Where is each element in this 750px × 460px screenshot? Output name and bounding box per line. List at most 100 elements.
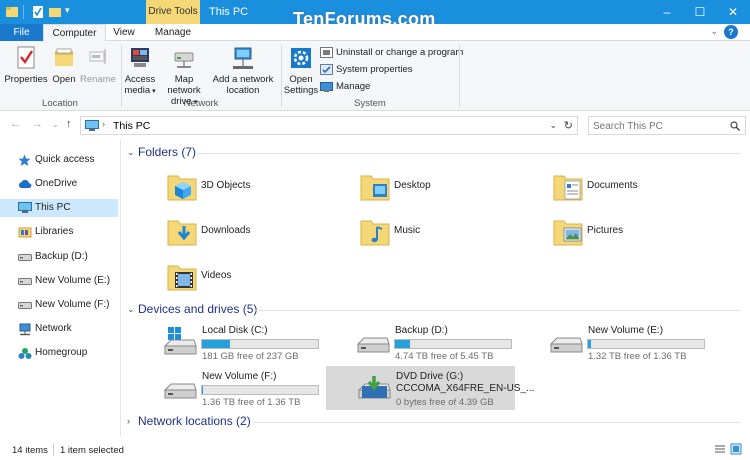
- drive-local-disk-c[interactable]: Local Disk (C:) 181 GB free of 237 GB: [160, 320, 350, 364]
- nav-item-quick-access[interactable]: Quick access: [0, 151, 118, 169]
- system-properties-button[interactable]: System properties: [320, 63, 430, 77]
- folders-section-label: Folders (7): [138, 145, 197, 159]
- drive-new-volume-f[interactable]: New Volume (F:) 1.36 TB free of 1.36 TB: [160, 366, 350, 410]
- drive-dvd-g[interactable]: DVD Drive (G:) CCCOMA_X64FRE_EN-US_... 0…: [326, 366, 534, 410]
- address-row: ← → ⌄ ↑ › This PC ⌄ ↻: [0, 111, 750, 139]
- section-divider-line: [197, 153, 741, 154]
- ribbon-tab-bar: File Computer View Manage ⌄ ?: [0, 24, 750, 42]
- open-settings-button[interactable]: Open Settings: [282, 45, 320, 96]
- star-icon: [18, 154, 31, 166]
- search-box[interactable]: [588, 116, 746, 135]
- help-icon[interactable]: ?: [724, 25, 738, 39]
- drive-new-volume-e[interactable]: New Volume (E:) 1.32 TB free of 1.36 TB: [546, 320, 736, 364]
- item-count: 14 items: [12, 445, 48, 456]
- chevron-down-icon[interactable]: ⌄: [127, 304, 135, 315]
- devices-section-header[interactable]: ⌄ Devices and drives (5): [121, 302, 747, 318]
- large-icons-view-icon[interactable]: [730, 443, 742, 455]
- breadcrumb-chevron-icon[interactable]: ›: [102, 119, 105, 129]
- nav-item-network[interactable]: Network: [0, 320, 118, 338]
- capacity-bar-fill: [202, 340, 230, 348]
- network-group-label: Network: [183, 98, 219, 109]
- network-icon: [19, 323, 31, 336]
- system-drive-icon: [163, 327, 197, 355]
- folder-3d-objects[interactable]: 3D Objects: [167, 170, 347, 210]
- manage-button[interactable]: Manage: [320, 80, 380, 94]
- search-icon[interactable]: [730, 121, 740, 131]
- capacity-bar-fill: [588, 340, 592, 348]
- new-folder-qat-icon[interactable]: [48, 5, 62, 19]
- access-media-button[interactable]: Access media ▾: [122, 45, 158, 97]
- properties-icon: [17, 46, 35, 69]
- open-button[interactable]: Open: [48, 45, 80, 85]
- up-arrow-icon[interactable]: ↑: [66, 118, 72, 130]
- minimize-button[interactable]: –: [652, 0, 682, 24]
- content-pane: ⌄ Folders (7) 3D Objects Desktop Documen…: [121, 139, 750, 437]
- system-group-label: System: [354, 98, 386, 109]
- drive-backup-d[interactable]: Backup (D:) 4.74 TB free of 5.45 TB: [353, 320, 543, 364]
- close-button[interactable]: ✕: [718, 0, 748, 24]
- nav-item-new-volume-f[interactable]: New Volume (F:): [0, 296, 118, 314]
- breadcrumb-path[interactable]: This PC: [113, 120, 150, 132]
- nav-item-backup-d[interactable]: Backup (D:): [0, 248, 118, 266]
- chevron-down-icon[interactable]: ⌄: [549, 120, 557, 131]
- monitor-icon: [85, 120, 99, 131]
- music-folder-icon: [360, 220, 390, 246]
- monitor-icon: [18, 202, 32, 213]
- explorer-app-icon[interactable]: [5, 5, 19, 19]
- navigation-pane: Quick access OneDrive This PC Libraries …: [0, 139, 120, 437]
- folder-pictures[interactable]: Pictures: [553, 215, 733, 255]
- uninstall-program-button[interactable]: Uninstall or change a program: [320, 46, 463, 60]
- tab-file[interactable]: File: [0, 24, 43, 41]
- computer-management-icon: [320, 82, 333, 92]
- folder-downloads[interactable]: Downloads: [167, 215, 347, 255]
- drive-icon: [18, 254, 32, 261]
- drive-tools-context-tab[interactable]: Drive Tools: [146, 0, 200, 24]
- dvd-drive-icon: [357, 376, 391, 399]
- tab-manage[interactable]: Manage: [146, 24, 200, 42]
- documents-folder-icon: [553, 175, 583, 201]
- rename-button[interactable]: Rename: [80, 45, 116, 85]
- network-section-header[interactable]: › Network locations (2): [121, 414, 747, 430]
- drive-icon: [163, 383, 197, 399]
- capacity-bar: [201, 385, 319, 395]
- chevron-down-icon[interactable]: ⌄: [710, 26, 718, 37]
- nav-item-homegroup[interactable]: Homegroup: [0, 344, 118, 362]
- properties-qat-icon[interactable]: [31, 5, 45, 19]
- add-network-location-button[interactable]: Add a network location: [212, 45, 274, 96]
- details-view-icon[interactable]: [714, 443, 726, 455]
- maximize-button[interactable]: ☐: [685, 0, 715, 24]
- folder-videos[interactable]: Videos: [167, 260, 347, 300]
- nav-item-onedrive[interactable]: OneDrive: [0, 175, 118, 193]
- properties-button[interactable]: Properties: [4, 45, 48, 85]
- tab-computer[interactable]: Computer: [43, 24, 106, 42]
- folder-documents[interactable]: Documents: [553, 170, 733, 210]
- open-settings-label: Open Settings: [283, 74, 319, 96]
- recent-locations-chevron-icon[interactable]: ⌄: [52, 120, 59, 129]
- properties-label: Properties: [4, 74, 48, 85]
- forward-arrow-icon[interactable]: →: [32, 118, 43, 130]
- back-arrow-icon[interactable]: ←: [10, 118, 21, 130]
- chevron-right-icon[interactable]: ›: [127, 416, 130, 426]
- folders-section-header[interactable]: ⌄ Folders (7): [121, 145, 747, 161]
- folder-music[interactable]: Music: [360, 215, 540, 255]
- capacity-bar-fill: [202, 386, 204, 394]
- nav-item-new-volume-e[interactable]: New Volume (E:): [0, 272, 118, 290]
- videos-folder-icon: [167, 265, 197, 291]
- nav-item-this-pc[interactable]: This PC: [0, 199, 118, 217]
- address-bar[interactable]: › This PC ⌄ ↻: [80, 116, 578, 135]
- search-input[interactable]: [593, 119, 723, 133]
- tab-view[interactable]: View: [106, 24, 142, 42]
- libraries-icon: [18, 227, 32, 238]
- rename-label: Rename: [80, 74, 116, 85]
- folder-desktop[interactable]: Desktop: [360, 170, 540, 210]
- refresh-icon[interactable]: ↻: [564, 119, 573, 132]
- selection-count: 1 item selected: [60, 445, 124, 456]
- map-drive-icon: [174, 52, 194, 68]
- rename-icon: [89, 49, 106, 64]
- nav-item-libraries[interactable]: Libraries: [0, 223, 118, 241]
- chevron-down-icon[interactable]: ⌄: [127, 147, 135, 158]
- media-icon: [131, 48, 149, 67]
- status-separator: [53, 443, 54, 456]
- qat-dropdown-icon[interactable]: ▾: [65, 5, 70, 16]
- open-folder-icon: [55, 48, 73, 66]
